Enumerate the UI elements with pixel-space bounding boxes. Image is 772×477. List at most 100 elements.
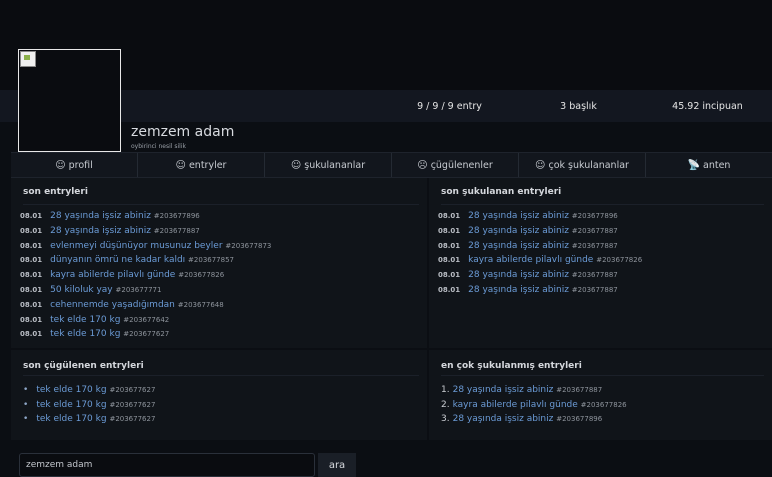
entry-link[interactable]: cehennemde yaşadığımdan: [50, 300, 175, 310]
entry-id[interactable]: #203677887: [572, 271, 618, 279]
entry-id[interactable]: #203677648: [178, 301, 224, 309]
entry-id[interactable]: #203677826: [596, 256, 642, 264]
smiley-icon: ☺: [535, 159, 546, 171]
list-item: 08.01 50 kiloluk yay #203677771: [20, 283, 271, 298]
list-item: tek elde 170 kg #203677627: [23, 383, 155, 398]
entry-link[interactable]: tek elde 170 kg: [36, 414, 106, 424]
profile-stats: 9 / 9 / 9 entry 3 başlık 45.92 incipuan: [385, 91, 772, 122]
tab-label: profil: [68, 159, 93, 171]
entry-link[interactable]: tek elde 170 kg: [36, 385, 106, 395]
entry-link[interactable]: kayra abilerde pilavlı günde: [453, 400, 578, 410]
list-item: tek elde 170 kg #203677627: [23, 398, 155, 413]
entry-id[interactable]: #203677826: [581, 401, 627, 409]
entry-id[interactable]: #203677896: [556, 415, 602, 423]
entry-date: 08.01: [20, 271, 43, 280]
entry-id[interactable]: #203677896: [572, 212, 618, 220]
recent-liked-list: 08.01 28 yaşında işsiz abiniz #203677896 …: [438, 209, 642, 298]
entry-id[interactable]: #203677627: [109, 401, 155, 409]
entry-link[interactable]: evlenmeyi düşünüyor musunuz beyler: [50, 241, 222, 251]
tab-label: çügülenenler: [430, 159, 493, 171]
smiley-icon: ☺: [175, 159, 186, 171]
search-input[interactable]: [19, 453, 315, 477]
entry-id[interactable]: #203677627: [123, 330, 169, 338]
entry-id[interactable]: #203677873: [225, 242, 271, 250]
entry-date: 08.01: [20, 256, 43, 265]
user-title: oybirinci nesil silik: [131, 143, 186, 150]
entry-link[interactable]: 28 yaşında işsiz abiniz: [468, 226, 569, 236]
tab-label: çok şukulananlar: [548, 159, 629, 171]
list-item: 08.01 tek elde 170 kg #203677642: [20, 313, 271, 328]
divider: [23, 204, 419, 205]
entry-link[interactable]: 28 yaşında işsiz abiniz: [50, 226, 151, 236]
list-item: 08.01 kayra abilerde pilavlı günde #20367…: [20, 268, 271, 283]
entry-link[interactable]: 28 yaşında işsiz abiniz: [468, 270, 569, 280]
entry-link[interactable]: 28 yaşında işsiz abiniz: [468, 211, 569, 221]
smiley-icon: ☺: [290, 159, 302, 171]
recent-disliked-panel: son çügülenen entryleri tek elde 170 kg …: [11, 350, 427, 440]
entry-id[interactable]: #203677887: [572, 227, 618, 235]
entry-id[interactable]: #203677826: [178, 271, 224, 279]
entry-date: 08.01: [20, 212, 43, 220]
entry-id[interactable]: #203677887: [556, 386, 602, 394]
entry-link[interactable]: tek elde 170 kg: [50, 329, 120, 339]
most-liked-list: 1. 28 yaşında işsiz abiniz #203677887 2. k…: [441, 383, 627, 427]
entry-link[interactable]: 50 kiloluk yay: [50, 285, 112, 295]
list-item: 08.01 kayra abilerde pilavlı günde #20367…: [438, 253, 642, 268]
entry-link[interactable]: 28 yaşında işsiz abiniz: [453, 414, 554, 424]
entry-link[interactable]: tek elde 170 kg: [50, 315, 120, 325]
entry-id[interactable]: #203677887: [572, 242, 618, 250]
tab-entryler[interactable]: ☺ entryler: [138, 153, 265, 177]
panel-title: son çügülenen entryleri: [23, 361, 144, 371]
entry-date: 08.01: [438, 271, 461, 280]
entry-id[interactable]: #203677857: [188, 256, 234, 264]
entry-link[interactable]: dünyanın ömrü ne kadar kaldı: [50, 255, 185, 265]
panel-title: son şukulanan entryleri: [441, 187, 562, 197]
entry-date: 08.01: [438, 212, 461, 220]
entry-id[interactable]: #203677887: [154, 227, 200, 235]
topic-count[interactable]: 3 başlık: [514, 91, 643, 122]
entry-date: 08.01: [20, 226, 43, 235]
entry-date: 08.01: [438, 226, 461, 235]
tab-label: şukulananlar: [304, 159, 366, 171]
satellite-icon: 📡: [687, 159, 700, 171]
recent-entries-list: 08.01 28 yaşında işsiz abiniz #203677896 …: [20, 209, 271, 342]
rank: 2.: [441, 399, 450, 410]
list-item: 1. 28 yaşında işsiz abiniz #203677887: [441, 383, 627, 398]
avatar[interactable]: [18, 49, 121, 152]
panel-title: son entryleri: [23, 187, 88, 197]
tab-cugulenenler[interactable]: ☹ çügülenenler: [392, 153, 519, 177]
entry-id[interactable]: #203677627: [109, 386, 155, 394]
entry-id[interactable]: #203677642: [123, 316, 169, 324]
tab-sukulananlar[interactable]: ☺ şukulananlar: [265, 153, 392, 177]
entry-count[interactable]: 9 / 9 / 9 entry: [385, 91, 514, 122]
entry-link[interactable]: 28 yaşında işsiz abiniz: [468, 285, 569, 295]
entry-link[interactable]: tek elde 170 kg: [36, 400, 106, 410]
entry-date: 08.01: [20, 285, 43, 294]
list-item: 3. 28 yaşında işsiz abiniz #203677896: [441, 412, 627, 427]
entry-link[interactable]: 28 yaşında işsiz abiniz: [50, 211, 151, 221]
entry-link[interactable]: kayra abilerde pilavlı günde: [50, 270, 175, 280]
search-button[interactable]: ara: [318, 453, 356, 477]
entry-date: 08.01: [438, 241, 461, 250]
username: zemzem adam: [131, 124, 235, 140]
list-item: 08.01 evlenmeyi düşünüyor musunuz beyler …: [20, 239, 271, 254]
entry-link[interactable]: 28 yaşında işsiz abiniz: [468, 241, 569, 251]
entry-id[interactable]: #203677771: [116, 286, 162, 294]
entry-id[interactable]: #203677896: [154, 212, 200, 220]
entry-date: 08.01: [20, 300, 43, 309]
frown-icon: ☹: [417, 159, 428, 171]
entry-link[interactable]: kayra abilerde pilavlı günde: [468, 255, 593, 265]
broken-image-icon: [20, 51, 36, 67]
entry-date: 08.01: [20, 241, 43, 250]
list-item: 08.01 28 yaşında işsiz abiniz #203677887: [438, 268, 642, 283]
recent-disliked-list: tek elde 170 kg #203677627 tek elde 170 …: [23, 383, 155, 427]
entry-id[interactable]: #203677887: [572, 286, 618, 294]
entry-id[interactable]: #203677627: [109, 415, 155, 423]
recent-entries-panel: son entryleri 08.01 28 yaşında işsiz abin…: [11, 178, 427, 348]
entry-date: 08.01: [438, 285, 461, 294]
entry-date: 08.01: [20, 315, 43, 324]
tab-profil[interactable]: ☺ profil: [11, 153, 138, 177]
tab-cok-sukulananlar[interactable]: ☺ çok şukulananlar: [519, 153, 646, 177]
tab-anten[interactable]: 📡 anten: [646, 153, 772, 177]
entry-link[interactable]: 28 yaşında işsiz abiniz: [453, 385, 554, 395]
